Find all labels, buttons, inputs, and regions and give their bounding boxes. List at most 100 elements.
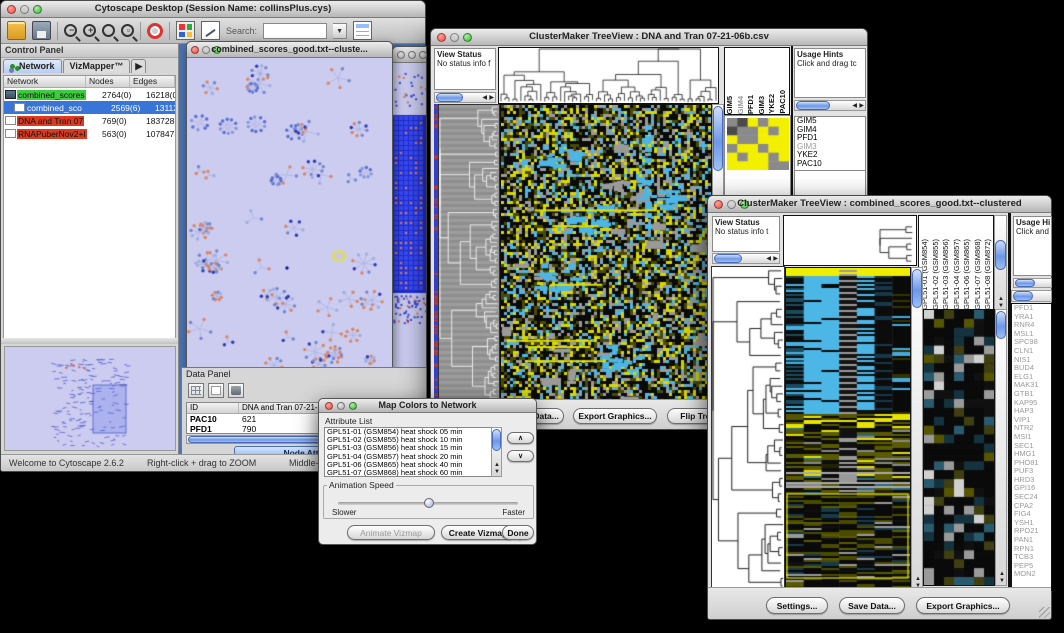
tv2-gene-list: PFD1YRA1RNR4MSL1SPC98CLN1NIS1BUD4ELG1MAK…	[1011, 303, 1052, 591]
done-button[interactable]: Done	[502, 525, 534, 540]
animation-speed-label: Animation Speed	[327, 480, 396, 490]
search-dropdown-arrow[interactable]: ▼	[333, 23, 347, 39]
view-status-hscrollbar[interactable]: ◀▶	[434, 92, 496, 103]
network-view-title: combined_scores_good.txt--cluste...	[187, 44, 392, 54]
slower-label: Slower	[332, 508, 356, 517]
search-input[interactable]	[263, 23, 327, 39]
animate-vizmap-button: Animate Vizmap	[347, 525, 435, 540]
control-panel-title: Control Panel	[5, 45, 64, 55]
heatmap-vscrollbar[interactable]: ▲▼	[911, 267, 923, 591]
annotation-icon[interactable]	[201, 21, 220, 40]
row-dendrogram-canvas[interactable]	[712, 267, 784, 590]
dna-heatmap-canvas[interactable]	[501, 105, 711, 400]
column-label: GPL51-04 (GSM857)	[952, 239, 963, 310]
global-heatmap-vscrollbar[interactable]: ▲▼	[995, 309, 1007, 586]
column-labels-vscrollbar[interactable]: ▲▼	[994, 215, 1007, 311]
network-glyph-icon	[10, 64, 15, 69]
tab-network[interactable]: Network	[3, 59, 62, 73]
attribute-list-item[interactable]: GPL51-07 (GSM868) heat shock 60 min	[327, 469, 501, 477]
network-frame-dense[interactable]	[392, 46, 427, 368]
column-label: GIM4	[736, 96, 747, 114]
panel-splitter[interactable]	[1, 338, 178, 344]
table-mode-icon[interactable]	[188, 383, 204, 398]
move-up-button[interactable]: ∧	[507, 432, 534, 444]
settings-button[interactable]: Settings...	[766, 597, 828, 614]
network-table-row[interactable]: DNA and Tran 07 769(0) 183728(0)	[4, 114, 175, 127]
column-label: GPL51-08 (GSM872)	[983, 239, 994, 310]
column-label: GPL51-07 (GSM868)	[973, 239, 984, 310]
column-dendrogram-canvas[interactable]	[784, 216, 916, 265]
row-dendrogram-panel[interactable]	[711, 266, 785, 591]
network-table: Network Nodes Edges combined_scores 2764…	[3, 75, 176, 344]
minimize-button[interactable]	[408, 51, 416, 59]
column-label: PAC10	[778, 90, 789, 114]
save-icon[interactable]	[32, 21, 51, 40]
tab-overflow-arrow[interactable]: ▶	[131, 59, 146, 73]
treeview1-titlebar[interactable]: ClusterMaker TreeView : DNA and Tran 07-…	[431, 29, 867, 46]
heatmap-panel[interactable]	[500, 104, 712, 401]
export-graphics-button[interactable]: Export Graphics...	[573, 408, 657, 424]
status-hint-zoom: Right-click + drag to ZOOM	[147, 458, 256, 468]
attribute-list: GPL51-01 (GSM854) heat shock 05 minGPL51…	[324, 427, 502, 477]
heatmap-panel[interactable]	[785, 267, 911, 591]
network-table-header[interactable]: Network Nodes Edges	[4, 76, 175, 88]
status-hint-middle: Middle-	[289, 458, 319, 468]
animation-speed-slider[interactable]	[338, 502, 518, 505]
delete-attribute-icon[interactable]	[228, 383, 244, 398]
zoom-button[interactable]	[419, 51, 427, 59]
zoom-fit-icon[interactable]: ▫	[121, 24, 134, 37]
usage-hints-box: Usage HiClick and	[1013, 216, 1052, 276]
row-dendrogram-canvas[interactable]	[439, 105, 499, 400]
similarity-matrix-canvas[interactable]	[727, 118, 789, 170]
column-dendrogram-panel[interactable]	[498, 47, 719, 104]
usage-hints-hscrollbar[interactable]	[1013, 278, 1052, 288]
gene-list-hscrollbar[interactable]	[1011, 290, 1052, 302]
column-label: PFD1	[746, 95, 757, 114]
attribute-list-vscrollbar[interactable]: ▲▼	[491, 427, 502, 477]
network-table-row[interactable]: combined_scores 2764(0) 16218(0)	[4, 88, 175, 101]
view-status-hscrollbar[interactable]: ◀▶	[712, 253, 780, 264]
attribute-browser-icon[interactable]	[353, 21, 372, 40]
gene-label[interactable]: MON2	[1014, 570, 1051, 579]
dense-network-canvas[interactable]	[393, 63, 426, 367]
treeview-combined-window: ClusterMaker TreeView : combined_scores_…	[707, 195, 1052, 620]
usage-hints-hscrollbar[interactable]: ◀▶	[794, 100, 866, 111]
row-dendrogram-panel[interactable]	[438, 104, 500, 401]
global-heatmap-panel[interactable]	[923, 309, 995, 586]
zoom-selected-icon[interactable]	[102, 24, 115, 37]
status-welcome: Welcome to Cytoscape 2.6.2	[9, 458, 124, 468]
network-table-row[interactable]: combined_sco 2569(6) 13112(15)	[4, 101, 175, 114]
main-titlebar[interactable]: Cytoscape Desktop (Session Name: collins…	[1, 1, 425, 18]
column-label: GPL51-06 (GSM865)	[962, 239, 973, 310]
network-graph-canvas[interactable]	[187, 58, 392, 370]
help-lifesaver-icon[interactable]	[147, 23, 163, 39]
main-window-title: Cytoscape Desktop (Session Name: collins…	[1, 3, 425, 14]
network-file-icon	[5, 90, 16, 99]
gene-label[interactable]: PAC10	[797, 160, 865, 169]
tv1-column-labels: GIM5GIM4PFD1GIM3YKE2PAC10	[724, 47, 790, 115]
resize-grip[interactable]	[1039, 607, 1050, 618]
treeview2-titlebar[interactable]: ClusterMaker TreeView : combined_scores_…	[708, 196, 1051, 213]
save-data-button[interactable]: Save Data...	[839, 597, 905, 614]
birdseye-overview-canvas[interactable]	[4, 346, 176, 451]
network-table-row[interactable]: RNAPuberNov2+I 563(0) 107847(0)	[4, 127, 175, 140]
column-dendrogram-panel[interactable]	[783, 215, 917, 266]
vizmapper-icon[interactable]	[176, 21, 195, 40]
slider-thumb[interactable]	[424, 498, 434, 508]
network-view-titlebar[interactable]: combined_scores_good.txt--cluste...	[187, 42, 392, 58]
open-folder-icon[interactable]	[7, 21, 26, 40]
zoom-in-icon[interactable]: +	[83, 24, 96, 37]
tab-vizmapper[interactable]: VizMapper™	[63, 59, 131, 73]
dialog-titlebar[interactable]: Map Colors to Network	[319, 399, 536, 413]
close-button[interactable]	[397, 51, 405, 59]
combined-heatmap-canvas[interactable]	[786, 268, 910, 590]
global-heatmap-canvas[interactable]	[924, 310, 994, 585]
move-down-button[interactable]: ∨	[507, 450, 534, 462]
column-dendrogram-canvas[interactable]	[499, 48, 718, 103]
tv2-column-labels: GPL51-01 (GSM854)GPL51-02 (GSM855)GPL51-…	[918, 215, 994, 311]
zoom-out-icon[interactable]: −	[64, 24, 77, 37]
network-file-icon	[5, 129, 16, 138]
view-status-box: View StatusNo status info t	[712, 216, 780, 252]
new-attribute-icon[interactable]	[208, 383, 224, 398]
export-graphics-button[interactable]: Export Graphics...	[916, 597, 1010, 614]
